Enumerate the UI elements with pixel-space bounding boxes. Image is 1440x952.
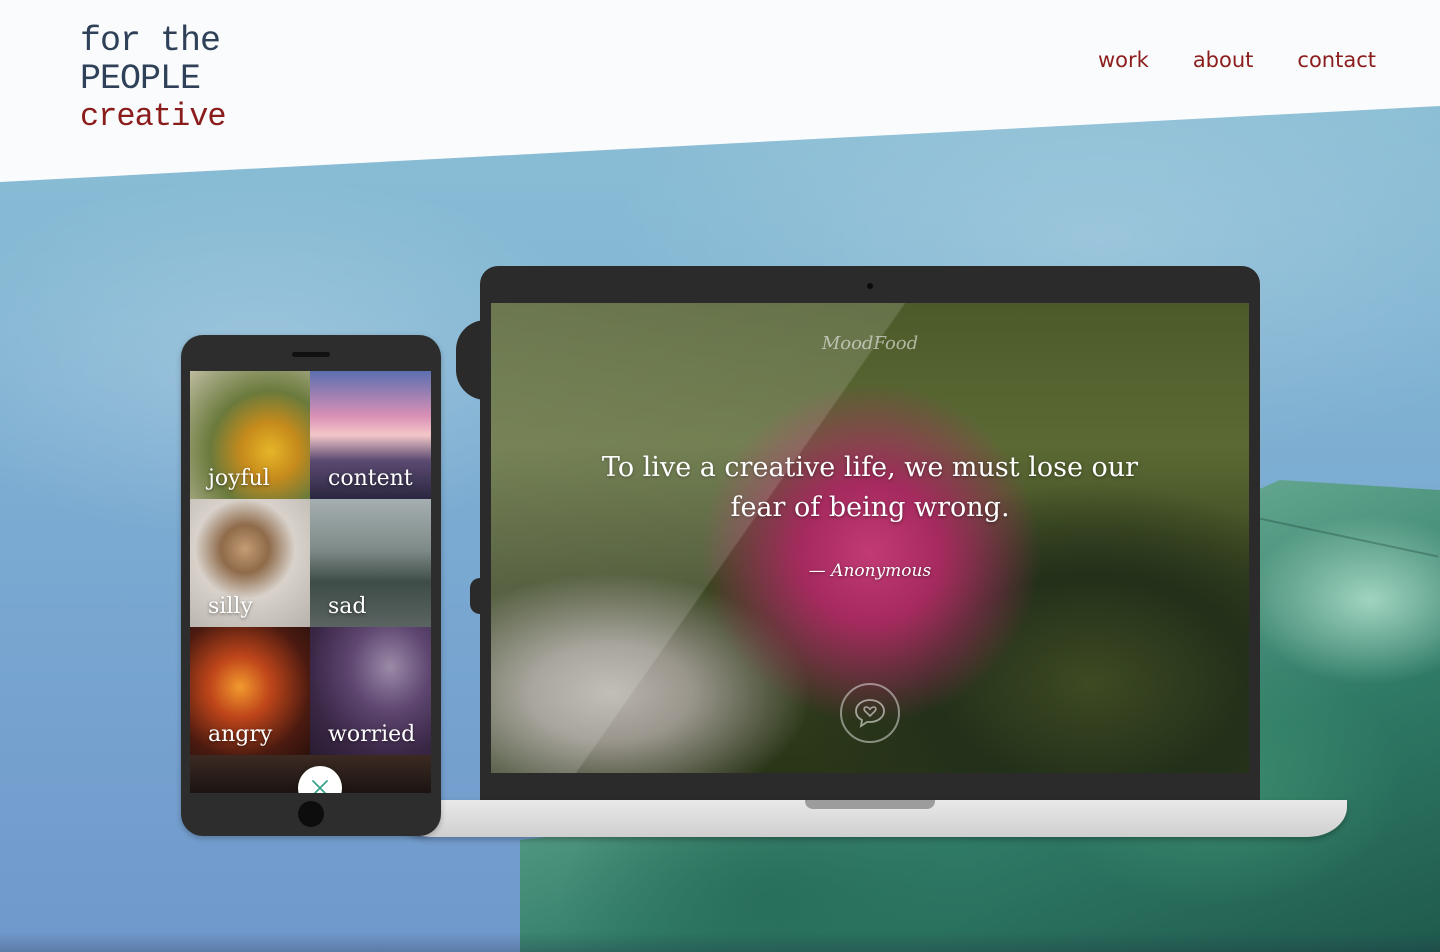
nav-work[interactable]: work	[1098, 48, 1149, 72]
mood-tile-joyful[interactable]: joyful	[190, 371, 310, 499]
mood-label: sad	[328, 594, 367, 619]
home-button[interactable]	[298, 801, 324, 827]
mood-label: joyful	[208, 466, 270, 491]
laptop-mockup: MoodFood To live a creative life, we mus…	[480, 266, 1260, 806]
close-icon	[312, 780, 328, 793]
logo-line-3: creative	[80, 98, 227, 135]
site-logo[interactable]: for the PEOPLE creative	[80, 22, 250, 136]
mood-tile-silly[interactable]: silly	[190, 499, 310, 627]
phone-mockup: joyful content silly sad angry worried	[181, 335, 441, 836]
trackpad-notch	[805, 800, 935, 809]
mood-label: worried	[328, 722, 416, 747]
laptop-screen: MoodFood To live a creative life, we mus…	[491, 303, 1249, 773]
logo-line-1: for the	[80, 21, 221, 61]
phone-screen: joyful content silly sad angry worried	[190, 371, 431, 793]
mood-tile-content[interactable]: content	[310, 371, 431, 499]
mood-tile-worried[interactable]: worried	[310, 627, 431, 755]
mood-tile-angry[interactable]: angry	[190, 627, 310, 755]
mood-grid: joyful content silly sad angry worried	[190, 371, 431, 755]
heart-chat-icon	[855, 699, 885, 728]
logo-line-2: PEOPLE	[80, 59, 201, 99]
bottom-shadow	[0, 932, 1440, 952]
laptop-base	[392, 800, 1347, 837]
camera-icon	[867, 283, 873, 289]
quote-author: — Anonymous	[808, 561, 932, 581]
mood-label: silly	[208, 594, 253, 619]
app-brand: MoodFood	[821, 333, 919, 354]
heart-chat-button[interactable]	[840, 683, 900, 743]
speaker-icon	[292, 352, 330, 357]
main-nav: work about contact	[1098, 48, 1376, 72]
nav-about[interactable]: about	[1193, 48, 1254, 72]
nav-contact[interactable]: contact	[1297, 48, 1376, 72]
mood-label: content	[328, 466, 413, 491]
mood-tile-sad[interactable]: sad	[310, 499, 431, 627]
quote-text: To live a creative life, we must lose ou…	[601, 452, 1139, 523]
mood-label: angry	[208, 722, 273, 747]
